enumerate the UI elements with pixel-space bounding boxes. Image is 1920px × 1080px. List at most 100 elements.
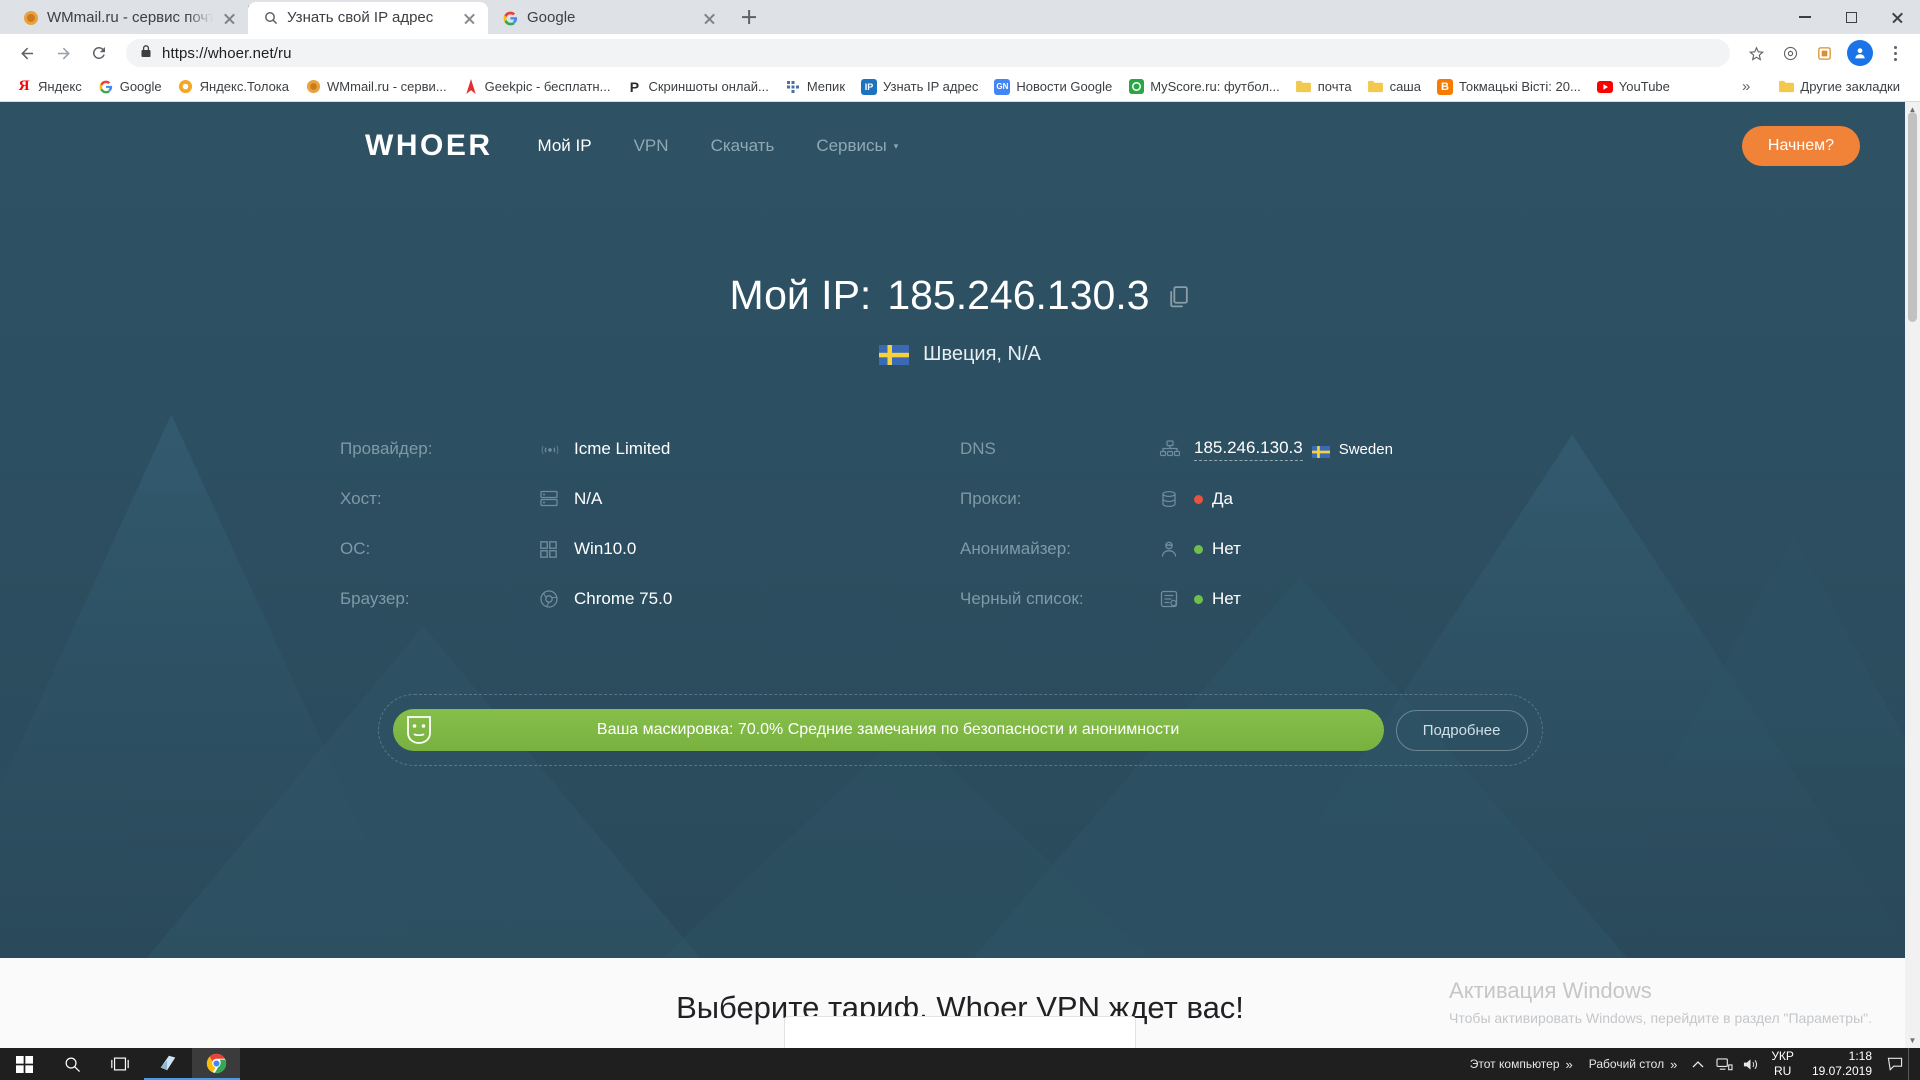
status-dot-green	[1194, 544, 1203, 554]
close-icon[interactable]	[461, 10, 478, 27]
toolbar-right-actions	[1740, 37, 1910, 69]
windows-icon	[540, 540, 574, 558]
back-arrow-icon[interactable]	[10, 36, 44, 70]
tab-strip: WMmail.ru - сервис почтовых р Узнать сво…	[0, 0, 1920, 34]
chevron-right-icon[interactable]: »	[1670, 1057, 1677, 1072]
nav-item-my-ip[interactable]: Мой IP	[538, 136, 592, 156]
maximize-icon[interactable]	[1828, 0, 1874, 34]
bookmark-item[interactable]: IP Узнать IP адрес	[853, 76, 986, 98]
reload-icon[interactable]	[82, 36, 116, 70]
bookmarks-overflow-button[interactable]: »	[1736, 78, 1756, 95]
language-top: УКР	[1771, 1049, 1794, 1063]
toloka-icon	[177, 78, 194, 95]
page-title: Мой IP: 185.246.130.3	[0, 272, 1920, 319]
show-hidden-icons-icon[interactable]	[1685, 1048, 1711, 1080]
microsoft-store-icon[interactable]	[144, 1048, 192, 1080]
bookmark-label: MyScore.ru: футбол...	[1150, 79, 1280, 94]
bookmark-folder[interactable]: саша	[1360, 76, 1429, 98]
anonymity-progress-bar: Ваша маскировка: 70.0% Средние замечания…	[392, 709, 1384, 751]
new-tab-button[interactable]	[734, 2, 764, 32]
bookmark-item[interactable]: Яндекс.Толока	[170, 76, 297, 98]
bookmark-label: Мепик	[806, 79, 846, 94]
other-bookmarks-folder[interactable]: Другие закладки	[1770, 76, 1908, 98]
dns-ip-link[interactable]: 185.246.130.3	[1194, 438, 1303, 461]
bookmark-item[interactable]: Мепик	[777, 76, 853, 98]
info-row-provider: Провайдер: Icme Limited	[340, 424, 960, 474]
bookmark-label: Скриншоты онлай...	[648, 79, 769, 94]
bookmark-item[interactable]: GN Новости Google	[986, 76, 1120, 98]
main-nav: Мой IP VPN Скачать Сервисы ▾	[538, 136, 899, 156]
extensions-icon[interactable]	[1774, 37, 1806, 69]
bookmark-star-icon[interactable]	[1740, 37, 1772, 69]
puzzle-icon[interactable]	[1808, 37, 1840, 69]
language-bottom: RU	[1773, 1064, 1792, 1078]
close-icon[interactable]	[1874, 0, 1920, 34]
info-row-host: Хост: N/A	[340, 474, 960, 524]
show-desktop-button[interactable]	[1908, 1048, 1916, 1080]
taskbar-toolbar-desktop[interactable]: Рабочий стол »	[1581, 1057, 1686, 1072]
bookmark-item[interactable]: B Токмацькі Вісті: 20...	[1429, 76, 1589, 98]
ip-title-prefix: Мой IP:	[729, 272, 872, 318]
details-button[interactable]: Подробнее	[1395, 709, 1528, 751]
bookmark-item[interactable]: Google	[90, 76, 170, 98]
bookmark-folder[interactable]: почта	[1288, 76, 1360, 98]
toolbar-label: Рабочий стол	[1588, 1057, 1665, 1071]
nav-item-download[interactable]: Скачать	[711, 136, 775, 156]
info-label: Анонимайзер:	[960, 539, 1071, 558]
info-value-group: Нет	[1194, 589, 1241, 609]
windows-start-icon[interactable]	[0, 1048, 48, 1080]
clock[interactable]: 1:18 19.07.2019	[1802, 1049, 1882, 1079]
forward-arrow-icon[interactable]	[46, 36, 80, 70]
anonymity-score-panel: Ваша маскировка: 70.0% Средние замечания…	[377, 694, 1543, 766]
start-button[interactable]: Начнем?	[1741, 126, 1860, 166]
info-grid: Провайдер: Icme Limited DNS 185.246.130.…	[340, 424, 1580, 624]
three-dot-menu-icon[interactable]	[1880, 38, 1910, 68]
profile-icon[interactable]	[1847, 40, 1873, 66]
info-value: Да	[1212, 489, 1233, 508]
nav-item-services[interactable]: Сервисы ▾	[816, 136, 898, 156]
browser-toolbar: https://whoer.net/ru	[0, 34, 1920, 72]
chrome-icon[interactable]	[192, 1048, 240, 1080]
browser-tab-1[interactable]: WMmail.ru - сервис почтовых р	[8, 2, 248, 34]
folder-icon	[1778, 79, 1794, 95]
taskbar-right: Этот компьютер » Рабочий стол » УКР RU 1…	[1462, 1048, 1920, 1080]
notification-icon[interactable]	[1882, 1048, 1908, 1080]
bookmark-item[interactable]: YouTube	[1589, 76, 1678, 98]
close-icon[interactable]	[701, 10, 718, 27]
bookmark-item[interactable]: MyScore.ru: футбол...	[1120, 76, 1288, 98]
blogger-icon: B	[1436, 78, 1453, 95]
volume-icon[interactable]	[1737, 1048, 1763, 1080]
address-bar[interactable]: https://whoer.net/ru	[126, 39, 1730, 67]
search-icon[interactable]	[48, 1048, 96, 1080]
myscore-icon	[1128, 79, 1144, 95]
taskbar-toolbar-this-pc[interactable]: Этот компьютер »	[1462, 1057, 1581, 1072]
bookmark-item[interactable]: Geekpic - бесплатн...	[455, 76, 619, 98]
geekpic-icon	[463, 79, 479, 95]
network-icon[interactable]	[1711, 1048, 1737, 1080]
ip-icon: IP	[861, 78, 878, 95]
bookmark-item[interactable]: WMmail.ru - серви...	[297, 76, 455, 98]
browser-tab-3[interactable]: Google	[488, 2, 728, 34]
scrollbar-thumb[interactable]	[1908, 112, 1917, 322]
scroll-down-arrow[interactable]: ▼	[1905, 1033, 1920, 1048]
chevron-right-icon[interactable]: »	[1566, 1057, 1573, 1072]
close-icon[interactable]	[221, 10, 238, 27]
site-logo[interactable]: WHOER	[365, 129, 493, 163]
dns-country-label: Sweden	[1338, 440, 1393, 458]
page-scrollbar[interactable]: ▲ ▼	[1905, 102, 1920, 1048]
google-news-icon: GN	[994, 78, 1011, 95]
minimize-icon[interactable]	[1782, 0, 1828, 34]
bookmark-item[interactable]: Я Яндекс	[8, 76, 90, 98]
copy-icon[interactable]	[1166, 272, 1191, 319]
language-indicator[interactable]: УКР RU	[1763, 1049, 1802, 1079]
clock-time: 1:18	[1848, 1049, 1872, 1063]
bookmark-item[interactable]: P Скриншоты онлай...	[618, 76, 776, 98]
tariff-card[interactable]	[784, 1016, 1136, 1048]
info-value: Win10.0	[574, 539, 637, 558]
bookmark-label: Google	[119, 79, 162, 94]
task-view-icon[interactable]	[96, 1048, 144, 1080]
browser-tab-2[interactable]: Узнать свой IP адрес	[248, 2, 488, 34]
info-label: Черный список:	[960, 589, 1084, 608]
info-value: N/A	[574, 489, 603, 508]
nav-item-vpn[interactable]: VPN	[634, 136, 669, 156]
